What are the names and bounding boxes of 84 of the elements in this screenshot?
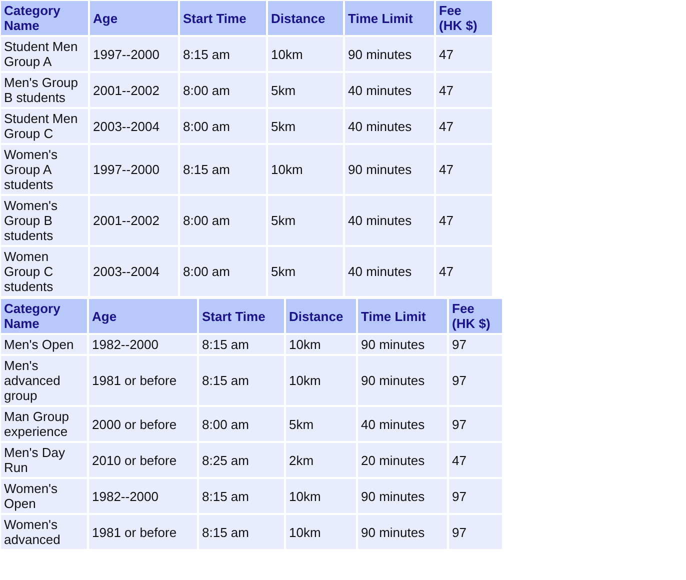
- table-cell: 40 minutes: [345, 196, 434, 245]
- table-cell: 8:15 am: [180, 37, 266, 71]
- table-cell: Women's advanced: [1, 515, 87, 549]
- table-cell: 47: [436, 37, 492, 71]
- table-cell: 1997--2000: [90, 37, 178, 71]
- table-cell: 8:00 am: [180, 73, 266, 107]
- table-cell: 47: [436, 196, 492, 245]
- table-cell: 40 minutes: [345, 73, 434, 107]
- table-cell: 20 minutes: [358, 443, 447, 477]
- column-header: Category Name: [1, 1, 88, 35]
- table-cell: Student Men Group C: [1, 109, 88, 143]
- table-cell: 8:00 am: [180, 109, 266, 143]
- table-cell: 2003--2004: [90, 109, 178, 143]
- table-cell: 47: [449, 443, 502, 477]
- table-cell: 8:15 am: [199, 515, 284, 549]
- table-cell: 1997--2000: [90, 145, 178, 194]
- table-cell: Man Group experience: [1, 407, 87, 441]
- table-cell: 47: [436, 73, 492, 107]
- table-cell: 90 minutes: [345, 145, 434, 194]
- table-cell: Men's Group B students: [1, 73, 88, 107]
- table-cell: 2010 or before: [89, 443, 197, 477]
- table-cell: 90 minutes: [358, 515, 447, 549]
- table-cell: Women's Open: [1, 479, 87, 513]
- table-cell: Men's Day Run: [1, 443, 87, 477]
- table-cell: 97: [449, 407, 502, 441]
- column-header: Start Time: [180, 1, 266, 35]
- table-cell: 1982--2000: [89, 479, 197, 513]
- table-cell: 90 minutes: [358, 356, 447, 405]
- table-cell: 97: [449, 335, 502, 354]
- table-cell: 8:00 am: [180, 247, 266, 296]
- table-cell: 2001--2002: [90, 73, 178, 107]
- table-cell: 2km: [286, 443, 356, 477]
- table-cell: 97: [449, 479, 502, 513]
- table-cell: 40 minutes: [345, 109, 434, 143]
- column-header: Fee (HK $): [449, 299, 502, 333]
- table-cell: 5km: [268, 109, 343, 143]
- table-cell: 2003--2004: [90, 247, 178, 296]
- table-cell: 10km: [286, 356, 356, 405]
- table-cell: 90 minutes: [345, 37, 434, 71]
- table-cell: 5km: [268, 73, 343, 107]
- table-cell: 5km: [268, 196, 343, 245]
- column-header: Time Limit: [345, 1, 434, 35]
- table-cell: 90 minutes: [358, 479, 447, 513]
- table-cell: 40 minutes: [345, 247, 434, 296]
- table-cell: Women's Group B students: [1, 196, 88, 245]
- table-cell: 1981 or before: [89, 356, 197, 405]
- table-cell: 10km: [286, 479, 356, 513]
- table-cell: 10km: [268, 145, 343, 194]
- table-cell: Women Group C students: [1, 247, 88, 296]
- column-header: Distance: [286, 299, 356, 333]
- column-header: Start Time: [199, 299, 284, 333]
- table-cell: 5km: [268, 247, 343, 296]
- table-cell: 2001--2002: [90, 196, 178, 245]
- column-header: Category Name: [1, 299, 87, 333]
- table-cell: 5km: [286, 407, 356, 441]
- table-cell: 8:15 am: [199, 356, 284, 405]
- table-cell: Men's advanced group: [1, 356, 87, 405]
- table-cell: 47: [436, 145, 492, 194]
- column-header: Distance: [268, 1, 343, 35]
- table-cell: 1981 or before: [89, 515, 197, 549]
- table-cell: 8:00 am: [199, 407, 284, 441]
- table-cell: 97: [449, 356, 502, 405]
- column-header: Age: [90, 1, 178, 35]
- table-cell: 10km: [286, 335, 356, 354]
- table-cell: 1982--2000: [89, 335, 197, 354]
- table-cell: Student Men Group A: [1, 37, 88, 71]
- table-cell: 47: [436, 247, 492, 296]
- table-cell: 8:25 am: [199, 443, 284, 477]
- table-cell: Men's Open: [1, 335, 87, 354]
- table-cell: Women's Group A students: [1, 145, 88, 194]
- table-cell: 40 minutes: [358, 407, 447, 441]
- table-cell: 47: [436, 109, 492, 143]
- table-cell: 2000 or before: [89, 407, 197, 441]
- column-header: Time Limit: [358, 299, 447, 333]
- table-cell: 10km: [268, 37, 343, 71]
- table-cell: 97: [449, 515, 502, 549]
- column-header: Fee (HK $): [436, 1, 492, 35]
- table-cell: 10km: [286, 515, 356, 549]
- table-cell: 8:15 am: [199, 479, 284, 513]
- table-cell: 8:15 am: [199, 335, 284, 354]
- column-header: Age: [89, 299, 197, 333]
- table-cell: 90 minutes: [358, 335, 447, 354]
- table-cell: 8:15 am: [180, 145, 266, 194]
- table-cell: 8:00 am: [180, 196, 266, 245]
